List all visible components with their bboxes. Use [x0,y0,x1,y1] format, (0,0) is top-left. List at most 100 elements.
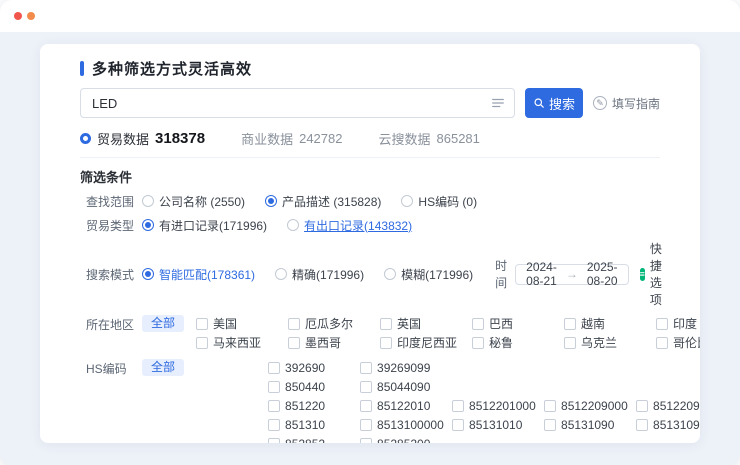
region-row: 马来西亚 墨西哥 印度尼西亚 秘鲁 乌克兰 哥伦比亚 [196,333,700,352]
trade-type-option-export[interactable]: 有出口记录(143832) [287,217,412,234]
region-grid: 美国 厄瓜多尔 英国 巴西 越南 印度 马来西亚 墨西哥 印度尼西亚 秘鲁 乌克… [196,314,700,352]
checkbox-icon [268,362,280,374]
region-option[interactable]: 墨西哥 [288,334,380,351]
hscode-row: 392690 39269099 [268,358,700,377]
scope-option-product[interactable]: 产品描述 (315828) [265,193,381,210]
hscode-row: 852852 85285200 [268,434,700,443]
region-option[interactable]: 秘鲁 [472,334,564,351]
hscode-option[interactable]: 85122010 [360,399,452,413]
tab-business-data[interactable]: 商业数据 242782 [241,129,342,148]
region-option-label: 美国 [213,315,237,332]
radio-icon [384,268,396,280]
region-option-label: 墨西哥 [305,334,341,351]
checkbox-icon [452,400,464,412]
fill-guide-link[interactable]: ✎ 填写指南 [593,95,660,112]
region-option[interactable]: 厄瓜多尔 [288,315,380,332]
hscode-option[interactable]: 8512201000 [452,399,544,413]
tab-label: 商业数据 [241,129,293,148]
hscode-option[interactable]: 852852 [268,437,360,444]
hscode-option-label: 8512201000 [469,399,536,413]
region-option[interactable]: 印度尼西亚 [380,334,472,351]
radio-icon [287,219,299,231]
checkbox-icon [564,337,576,349]
quick-options-icon: ≡ [640,268,645,281]
checkbox-icon [656,318,668,330]
window-minimize-dot[interactable] [27,12,35,20]
checkbox-icon [196,318,208,330]
hscode-option[interactable]: 85131010 [452,418,544,432]
region-option[interactable]: 巴西 [472,315,564,332]
region-option[interactable]: 乌克兰 [564,334,656,351]
region-option[interactable]: 英国 [380,315,472,332]
radio-label: 有进口记录(171996) [159,217,267,234]
radio-label: 公司名称 (2550) [159,193,245,210]
hscode-row: 851220 85122010 8512201000 8512209000 85… [268,396,700,415]
search-input[interactable] [90,95,483,112]
scope-option-company[interactable]: 公司名称 (2550) [142,193,245,210]
checkbox-icon [380,318,392,330]
filter-row-hscode: HS编码 全部 392690 39269099 850440 85044090 … [80,358,660,443]
checkbox-icon [360,362,372,374]
region-option[interactable]: 印度 [656,315,700,332]
tab-count: 318378 [155,130,205,147]
page-background: 多种筛选方式灵活高效 搜索 ✎ 填写指南 [0,32,740,465]
region-option-label: 哥伦比亚 [673,334,700,351]
hscode-option-label: 392690 [285,361,325,375]
hscode-option[interactable]: 8513100000 [360,418,452,432]
filter-row-region: 所在地区 全部 美国 厄瓜多尔 英国 巴西 越南 印度 马来西亚 墨西哥 印度尼… [80,314,660,352]
region-option[interactable]: 马来西亚 [196,334,288,351]
region-option[interactable]: 美国 [196,315,288,332]
hscode-grid: 392690 39269099 850440 85044090 851220 8… [268,358,700,443]
checkbox-icon [268,400,280,412]
hscode-option[interactable]: 851220 [268,399,360,413]
search-box[interactable] [80,88,515,118]
checkbox-icon [636,400,648,412]
search-button[interactable]: 搜索 [525,88,583,118]
hscode-option[interactable]: 85131090 [544,418,636,432]
mode-option-fuzzy[interactable]: 模糊(171996) [384,266,473,283]
hscode-option-label: 85122010 [377,399,430,413]
checkbox-icon [360,438,372,444]
checkbox-icon [288,318,300,330]
date-start: 2024-08-21 [526,260,557,288]
region-all-tag[interactable]: 全部 [142,315,184,332]
hscode-option[interactable]: 8513109000 [636,418,700,432]
hscode-option-label: 85122099 [653,399,700,413]
hscode-all-tag[interactable]: 全部 [142,359,184,376]
trade-type-label: 贸易类型 [86,217,134,234]
hscode-option[interactable]: 851310 [268,418,360,432]
hscode-option[interactable]: 392690 [268,361,360,375]
region-option-label: 越南 [581,315,605,332]
hscode-label: HS编码 [86,360,134,377]
quick-options-button[interactable]: ≡ 快捷选项 [640,240,670,308]
region-label: 所在地区 [86,316,134,333]
hscode-option[interactable]: 850440 [268,380,360,394]
scope-option-hscode[interactable]: HS编码 (0) [401,193,477,210]
checkbox-icon [196,337,208,349]
batch-list-icon[interactable] [491,96,505,110]
checkbox-icon [360,381,372,393]
tab-trade-data[interactable]: 贸易数据 318378 [80,129,205,148]
region-option-label: 马来西亚 [213,334,261,351]
hscode-option[interactable]: 39269099 [360,361,452,375]
hscode-option[interactable]: 8512209000 [544,399,636,413]
region-option[interactable]: 哥伦比亚 [656,334,700,351]
hscode-option[interactable]: 85285200 [360,437,452,444]
mode-option-exact[interactable]: 精确(171996) [275,266,364,283]
radio-label: 智能匹配(178361) [159,266,255,283]
trade-type-option-import[interactable]: 有进口记录(171996) [142,217,267,234]
hscode-option-label: 85285200 [377,437,430,444]
filter-row-scope: 查找范围 公司名称 (2550) 产品描述 (315828) HS编码 (0) [80,192,660,210]
hscode-option-label: 852852 [285,437,325,444]
region-option-label: 巴西 [489,315,513,332]
hscode-option[interactable]: 85044090 [360,380,452,394]
date-range-picker[interactable]: 2024-08-21 → 2025-08-20 [515,264,628,285]
region-option[interactable]: 越南 [564,315,656,332]
checkbox-icon [544,400,556,412]
main-card: 多种筛选方式灵活高效 搜索 ✎ 填写指南 [40,44,700,443]
window-close-dot[interactable] [14,12,22,20]
mode-option-smart[interactable]: 智能匹配(178361) [142,266,255,283]
tab-cloud-search-data[interactable]: 云搜数据 865281 [378,129,479,148]
hscode-option[interactable]: 85122099 [636,399,700,413]
radio-icon [142,219,154,231]
